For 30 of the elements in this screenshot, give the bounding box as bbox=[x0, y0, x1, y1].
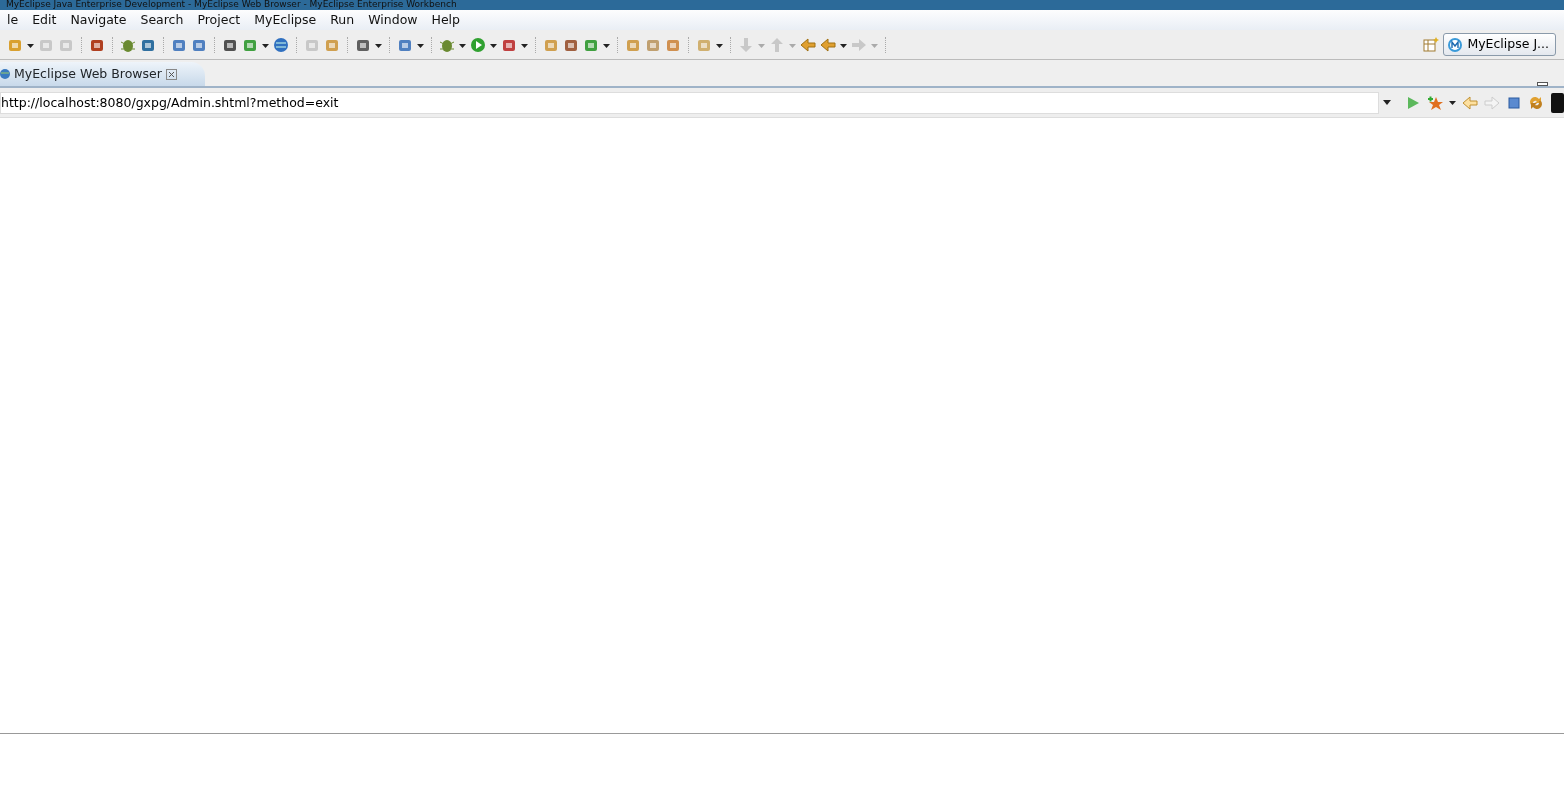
menu-item[interactable]: Search bbox=[133, 10, 191, 30]
menu-item[interactable]: MyEclipse bbox=[247, 10, 324, 30]
m-logo-icon bbox=[1447, 36, 1464, 53]
menu-item[interactable]: Project bbox=[190, 10, 248, 30]
editor-tab[interactable]: MyEclipse Web Browser bbox=[0, 62, 205, 86]
globe-icon[interactable] bbox=[273, 36, 289, 53]
refresh-icon[interactable] bbox=[1528, 94, 1544, 111]
star-icon[interactable] bbox=[1427, 94, 1443, 111]
arrow-left-icon[interactable] bbox=[820, 36, 847, 53]
tab-label: MyEclipse Web Browser bbox=[14, 64, 162, 83]
close-icon[interactable] bbox=[165, 68, 177, 80]
menu-item[interactable]: Edit bbox=[25, 10, 64, 30]
menu-item[interactable]: Window bbox=[361, 10, 425, 30]
menu-item[interactable]: Run bbox=[323, 10, 362, 30]
window-title: MyEclipse Java Enterprise Development - MyEclipse Web Browser - MyEclipse Enterprise Workbench bbox=[6, 0, 457, 9]
menu-item[interactable]: Help bbox=[424, 10, 467, 30]
perspective-icon[interactable] bbox=[1423, 36, 1440, 53]
caret-icon[interactable] bbox=[1449, 100, 1456, 105]
menu-item[interactable]: le bbox=[0, 10, 26, 30]
perspective-button[interactable]: MyEclipse J... bbox=[1443, 33, 1556, 56]
minimize-icon[interactable] bbox=[1537, 82, 1548, 86]
menu-item[interactable]: Navigate bbox=[63, 10, 134, 30]
url-field[interactable]: http://localhost:8080/gxpg/Admin.shtml?method=exit bbox=[0, 91, 1379, 114]
arrow-left-icon[interactable] bbox=[800, 36, 816, 53]
stop-icon[interactable] bbox=[1506, 94, 1522, 111]
panel-icon bbox=[1550, 92, 1564, 113]
globe-icon bbox=[0, 66, 10, 82]
play-icon[interactable] bbox=[470, 36, 497, 53]
go-icon[interactable] bbox=[1405, 94, 1421, 111]
dropdown-caret-icon[interactable] bbox=[1383, 100, 1391, 105]
